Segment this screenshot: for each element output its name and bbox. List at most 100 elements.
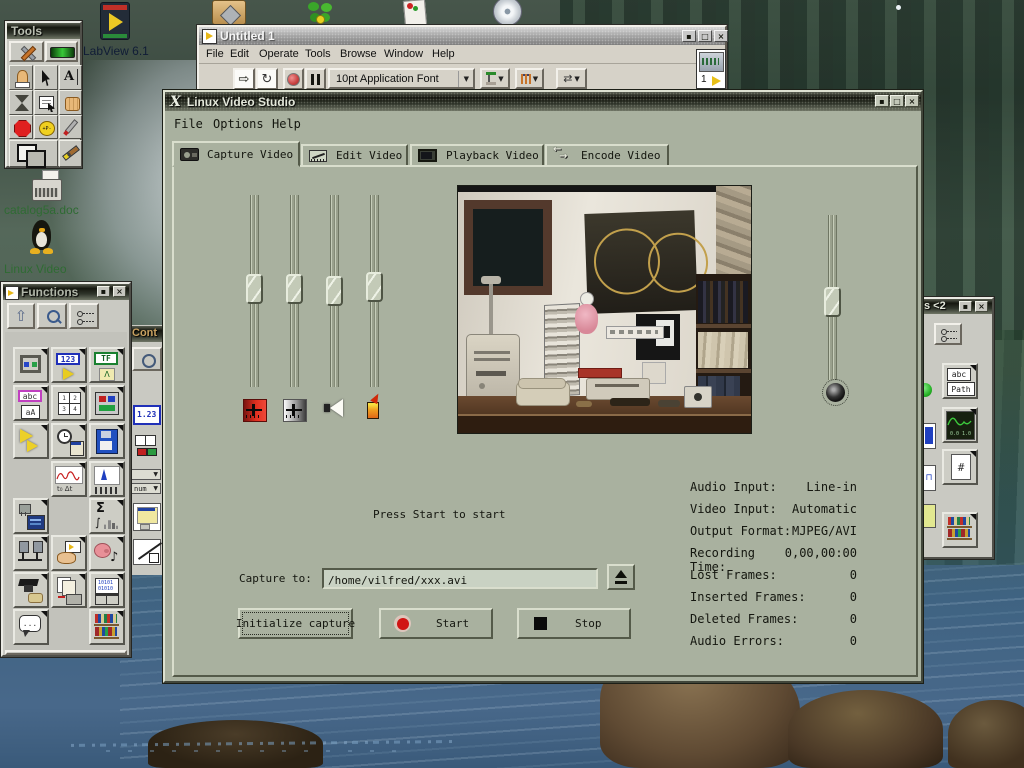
controls-ring-item[interactable]: ▼ num ▼ <box>131 469 163 497</box>
tab-edit-video[interactable]: Edit Video <box>301 144 408 167</box>
controls2-graph-sliver[interactable] <box>922 423 936 449</box>
align-objects-dropdown[interactable]: ▼ <box>480 68 510 89</box>
tool-scroll[interactable] <box>59 90 82 115</box>
controls2-user-controls-item[interactable] <box>942 512 978 548</box>
controls2-number-item[interactable]: # <box>942 449 978 485</box>
reorder-dropdown[interactable]: ⇄ ▼ <box>556 68 587 89</box>
close-button[interactable]: × <box>905 95 919 107</box>
capture-path-input[interactable] <box>324 570 600 587</box>
fn-comparison[interactable] <box>13 423 49 459</box>
fn-communication[interactable] <box>13 535 49 571</box>
close-button[interactable]: × <box>714 30 728 42</box>
close-button[interactable]: × <box>975 301 988 312</box>
tools-auto-tool-button[interactable] <box>9 41 44 62</box>
desktop-icon-folder[interactable] <box>212 0 246 25</box>
desktop-icon-linux-video[interactable] <box>28 220 56 256</box>
minimize-button[interactable]: ▪ <box>959 301 972 312</box>
fn-instrument-io[interactable] <box>13 498 49 534</box>
controls-strip-titlebar[interactable]: Cont <box>129 326 164 342</box>
fn-file-io[interactable] <box>89 423 125 459</box>
fn-advanced[interactable]: 10101 01010 <box>89 572 125 608</box>
desktop-icon-catalog[interactable] <box>32 172 62 200</box>
menu-operate[interactable]: Operate <box>259 48 299 60</box>
close-button[interactable]: × <box>113 286 126 297</box>
saturation-slider-handle[interactable] <box>366 272 383 302</box>
menu-edit[interactable]: Edit <box>230 48 249 60</box>
controls2-titlebar[interactable]: s <2 ▪ × <box>922 299 992 314</box>
menu-file[interactable]: File <box>206 48 224 60</box>
menu-options[interactable]: Options <box>213 117 264 131</box>
fn-tutorial[interactable] <box>13 572 49 608</box>
run-button[interactable]: ⇨ <box>233 68 255 90</box>
fn-mathematics[interactable]: Σ ∫ <box>89 498 125 534</box>
up-level-button[interactable]: ⇧ <box>7 303 35 329</box>
tab-capture-video[interactable]: Capture Video <box>172 141 300 167</box>
minimize-button[interactable]: ▪ <box>97 286 110 297</box>
tool-color-copy[interactable] <box>59 115 82 139</box>
controls-decoration-item[interactable] <box>133 539 161 565</box>
fn-waveform[interactable]: t₀ Δt <box>51 461 87 497</box>
options-button[interactable] <box>69 303 99 329</box>
controls-strip-button[interactable] <box>132 347 162 371</box>
maximize-button[interactable]: □ <box>890 95 904 107</box>
tool-breakpoint[interactable] <box>9 115 33 139</box>
menu-help[interactable]: Help <box>432 48 455 60</box>
master-volume-handle[interactable] <box>824 287 841 317</box>
maximize-button[interactable]: □ <box>698 30 712 42</box>
fn-signal-processing[interactable] <box>89 461 125 497</box>
fn-cluster[interactable] <box>89 385 125 421</box>
start-button[interactable]: Start <box>379 608 493 639</box>
desktop-icon-document[interactable] <box>400 0 430 26</box>
panel-indicator[interactable]: 1 <box>696 49 726 89</box>
controls-numeric-item[interactable]: 1.23 <box>133 405 161 425</box>
tool-position[interactable] <box>34 65 58 90</box>
functions-titlebar[interactable]: Functions ▪ × <box>3 284 129 300</box>
tool-set-color[interactable] <box>59 140 82 167</box>
desktop-icon-cd[interactable] <box>492 0 522 25</box>
stop-button[interactable]: Stop <box>517 608 631 639</box>
menu-tools[interactable]: Tools <box>305 48 331 60</box>
search-button[interactable] <box>37 303 67 329</box>
tool-get-color[interactable] <box>9 140 58 167</box>
controls2-graph-item[interactable]: 0.0 1.0 <box>942 407 978 443</box>
browse-eject-button[interactable] <box>607 564 635 590</box>
tab-playback-video[interactable]: Playback Video <box>410 144 544 167</box>
fn-string[interactable]: abc aA <box>13 385 49 421</box>
fn-report-generation[interactable] <box>51 572 87 608</box>
hue-slider-handle[interactable] <box>246 274 263 304</box>
menu-browse[interactable]: Browse <box>340 48 377 60</box>
desktop-label-linux-video[interactable]: Linux Video <box>4 262 67 276</box>
initialize-capture-button[interactable]: Initialize capture <box>238 608 353 639</box>
controls2-boolean-sliver[interactable]: ⊓ <box>922 465 936 491</box>
run-continuous-button[interactable]: ↻ <box>256 68 278 90</box>
controls-dialog-item[interactable] <box>133 503 161 531</box>
fn-structures[interactable] <box>13 347 49 383</box>
contrast-slider-handle[interactable] <box>286 274 303 304</box>
font-combobox[interactable]: 10pt Application Font ▼ <box>328 68 475 89</box>
main-titlebar[interactable]: X Linux Video Studio ▪ □ × <box>165 92 921 111</box>
tool-wire[interactable] <box>9 90 33 115</box>
fn-numeric[interactable]: 123 <box>51 347 87 383</box>
desktop-label-labview[interactable]: LabView 6.1 <box>83 44 149 58</box>
tool-shortcut-menu[interactable] <box>34 90 58 115</box>
menu-file[interactable]: File <box>174 117 203 131</box>
tool-edit-text[interactable]: A <box>59 65 82 90</box>
distribute-objects-dropdown[interactable]: ▼ <box>515 68 544 89</box>
tool-operate-value[interactable] <box>9 65 33 90</box>
tool-probe[interactable]: +P- <box>34 115 58 139</box>
untitled-titlebar[interactable]: Untitled 1 ▪ □ × <box>199 27 725 45</box>
fn-array[interactable]: 1 2 3 4 <box>51 385 87 421</box>
tab-encode-video[interactable]: ← → Encode Video <box>545 144 669 167</box>
controls2-options-button[interactable] <box>934 323 962 345</box>
menu-window[interactable]: Window <box>384 48 423 60</box>
fn-select-vi[interactable]: ... <box>13 609 49 645</box>
desktop-icon-labview[interactable] <box>100 2 130 40</box>
fn-time-dialog[interactable] <box>51 423 87 459</box>
fn-boolean[interactable]: TF Λ <box>89 347 125 383</box>
volume-slider-handle[interactable] <box>326 276 343 306</box>
fn-graphics-sound[interactable]: ♪ <box>89 535 125 571</box>
minimize-button[interactable]: ▪ <box>682 30 696 42</box>
controls2-container-sliver[interactable] <box>922 504 936 528</box>
tools-titlebar[interactable]: Tools <box>7 23 80 39</box>
desktop-label-catalog[interactable]: catalog5a.doc <box>4 203 79 217</box>
